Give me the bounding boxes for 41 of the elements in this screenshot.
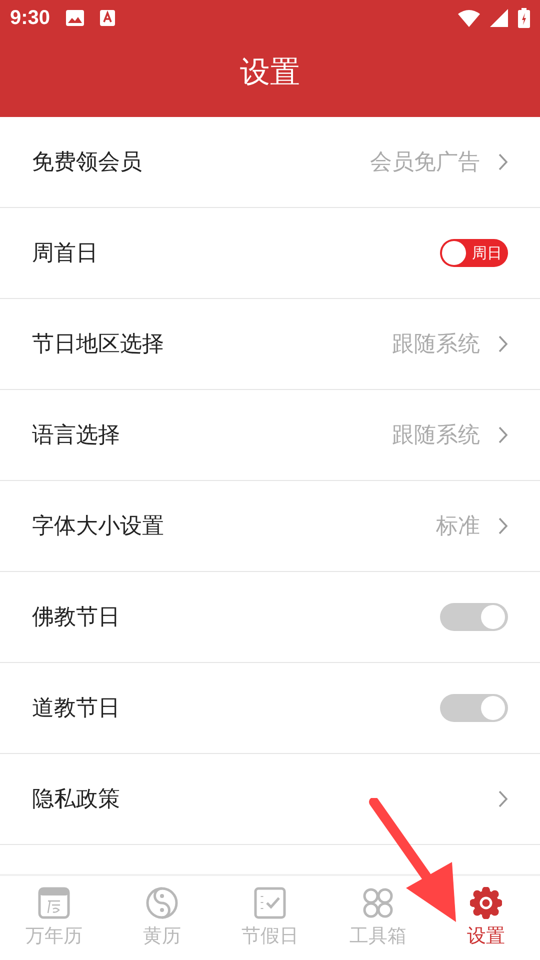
chevron-right-icon xyxy=(498,790,508,808)
chevron-right-icon xyxy=(498,335,508,353)
setting-value: 标准 xyxy=(436,513,480,541)
settings-icon xyxy=(470,887,502,919)
settings-row[interactable]: 节日地区选择 跟随系统 xyxy=(0,299,540,390)
settings-row[interactable]: 字体大小设置 标准 xyxy=(0,481,540,572)
settings-row[interactable]: 道教节日 xyxy=(0,663,540,754)
setting-label: 隐私政策 xyxy=(32,786,121,814)
chevron-right-icon xyxy=(498,153,508,171)
toggle-switch[interactable] xyxy=(440,694,508,722)
signal-icon xyxy=(490,9,508,27)
toggle-switch[interactable] xyxy=(440,603,508,631)
chevron-right-icon xyxy=(498,517,508,535)
checklist-icon xyxy=(254,887,286,919)
page-title: 设置 xyxy=(240,54,300,92)
setting-value: 会员免广告 xyxy=(370,149,480,177)
setting-label: 周首日 xyxy=(32,240,99,268)
settings-row[interactable]: 周首日 周日 xyxy=(0,208,540,299)
setting-label: 道教节日 xyxy=(32,695,121,723)
setting-label: 佛教节日 xyxy=(32,604,121,632)
nav-tab[interactable]: 设置 xyxy=(432,876,540,960)
grid-icon xyxy=(362,887,394,919)
image-icon xyxy=(66,10,84,26)
settings-row[interactable]: 免费领会员 会员免广告 xyxy=(0,117,540,208)
setting-label: 字体大小设置 xyxy=(32,513,165,541)
settings-row[interactable]: 隐私政策 xyxy=(0,754,540,845)
wifi-icon xyxy=(458,9,480,27)
setting-label: 语言选择 xyxy=(32,422,121,450)
battery-icon xyxy=(518,8,530,28)
yin-yang-icon xyxy=(146,887,178,919)
font-icon xyxy=(100,10,116,26)
chevron-right-icon xyxy=(498,426,508,444)
setting-value: 跟随系统 xyxy=(392,331,480,359)
setting-label: 节日地区选择 xyxy=(32,331,165,359)
status-time: 9:30 xyxy=(10,6,50,30)
setting-label: 免费领会员 xyxy=(32,149,143,177)
settings-row[interactable]: 语言选择 跟随系统 xyxy=(0,390,540,481)
settings-row[interactable]: 佛教节日 xyxy=(0,572,540,663)
toggle-switch[interactable]: 周日 xyxy=(440,239,508,267)
setting-value: 跟随系统 xyxy=(392,422,480,450)
calendar-icon xyxy=(38,887,70,919)
